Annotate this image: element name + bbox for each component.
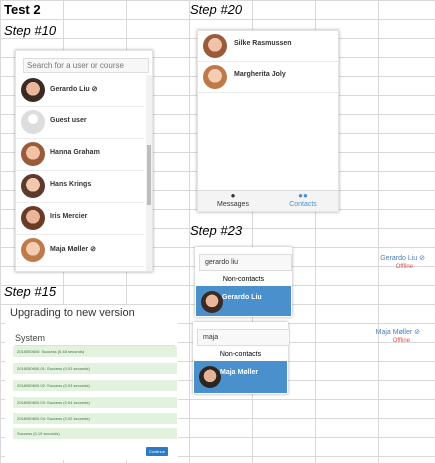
user-name: Hans Krings — [50, 181, 92, 188]
section-label: Non-contacts — [219, 351, 262, 358]
continue-button[interactable]: Continue — [146, 447, 168, 456]
step10-label: Step #10 — [4, 23, 57, 38]
search-result-row[interactable]: Gerardo Liu — [196, 286, 291, 316]
contact-avatar — [203, 65, 227, 89]
user-name: Guest user — [50, 117, 87, 124]
result-avatar — [201, 291, 223, 313]
profile-status: Offline — [392, 338, 410, 344]
step20-label: Step #20 — [190, 2, 243, 17]
people-icon: ●● — [298, 191, 308, 200]
scrollbar-thumb[interactable] — [147, 145, 151, 205]
contact-avatar — [203, 34, 227, 58]
result-name: Gerardo Liu — [222, 294, 262, 301]
list-item[interactable]: Guest user — [16, 107, 144, 139]
user-name: Iris Mercier — [50, 213, 88, 220]
section-title: System — [15, 333, 46, 343]
list-item[interactable]: Hanna Graham — [16, 139, 144, 171]
profile-name: Maja Møller ⊘ — [375, 329, 420, 336]
user-name: Maja Møller ⊘ — [50, 246, 96, 253]
log-success: Success (0.19 seconds) — [13, 428, 177, 439]
contact-name: Margherita Joly — [234, 71, 286, 78]
user-avatar — [21, 206, 45, 230]
default-avatar — [21, 110, 45, 134]
contact-row[interactable]: Silke Rasmussen — [198, 31, 338, 62]
step15-label: Step #15 — [4, 284, 57, 299]
user-avatar — [21, 78, 45, 102]
contacts-panel: Silke Rasmussen Margherita Joly ● Messag… — [197, 30, 339, 212]
user-name: Hanna Graham — [50, 149, 100, 156]
bottom-tabs: ● Messages ●● Contacts — [198, 190, 338, 211]
chat-icon: ● — [230, 191, 236, 200]
contact-row[interactable]: Margherita Joly — [198, 62, 338, 93]
log-success: 2018050600.03: Success (0.04 seconds) — [13, 397, 177, 408]
log-success: 2018050600.01: Success (0.03 seconds) — [13, 363, 177, 374]
result-name: Maja Møller — [220, 369, 259, 376]
search-result-row[interactable]: Maja Møller — [194, 361, 287, 393]
user-avatar — [21, 238, 45, 262]
profile-name: Gerardo Liu ⊘ — [380, 255, 425, 262]
scrollbar[interactable] — [146, 75, 152, 271]
result-avatar — [199, 366, 221, 388]
tab-contacts[interactable]: ●● Contacts — [268, 191, 338, 211]
list-item[interactable]: Hans Krings — [16, 171, 144, 203]
log-success: 2018050600.02: Success (0.03 seconds) — [13, 380, 177, 391]
contact-search-input[interactable]: maja — [197, 329, 290, 346]
page-title: Upgrading to new version — [10, 307, 135, 319]
tab-messages[interactable]: ● Messages — [198, 191, 268, 211]
user-avatar — [21, 142, 45, 166]
list-item[interactable]: Iris Mercier — [16, 203, 144, 235]
user-search-panel: Search for a user or course Gerardo Liu … — [15, 50, 153, 272]
log-success: 2018050600.04: Success (0.02 seconds) — [13, 413, 177, 424]
log-success: 2018050600: Success (0.48 seconds) — [13, 346, 177, 357]
section-label: Non-contacts — [222, 276, 265, 283]
contact-name: Silke Rasmussen — [234, 40, 292, 47]
user-list: Gerardo Liu ⊘ Guest user Hanna Graham Ha… — [16, 75, 144, 267]
tab-messages-label: Messages — [217, 201, 249, 208]
sheet-title: Test 2 — [4, 2, 41, 17]
profile-status: Offline — [395, 264, 413, 270]
user-name: Gerardo Liu ⊘ — [50, 86, 98, 93]
list-item[interactable]: Maja Møller ⊘ — [16, 235, 144, 267]
step23-label: Step #23 — [190, 223, 243, 238]
user-search-input[interactable]: Search for a user or course — [23, 58, 149, 73]
contact-search-input[interactable]: gerardo liu — [199, 254, 292, 271]
list-item[interactable]: Gerardo Liu ⊘ — [16, 75, 144, 107]
tab-contacts-label: Contacts — [289, 201, 317, 208]
user-avatar — [21, 174, 45, 198]
